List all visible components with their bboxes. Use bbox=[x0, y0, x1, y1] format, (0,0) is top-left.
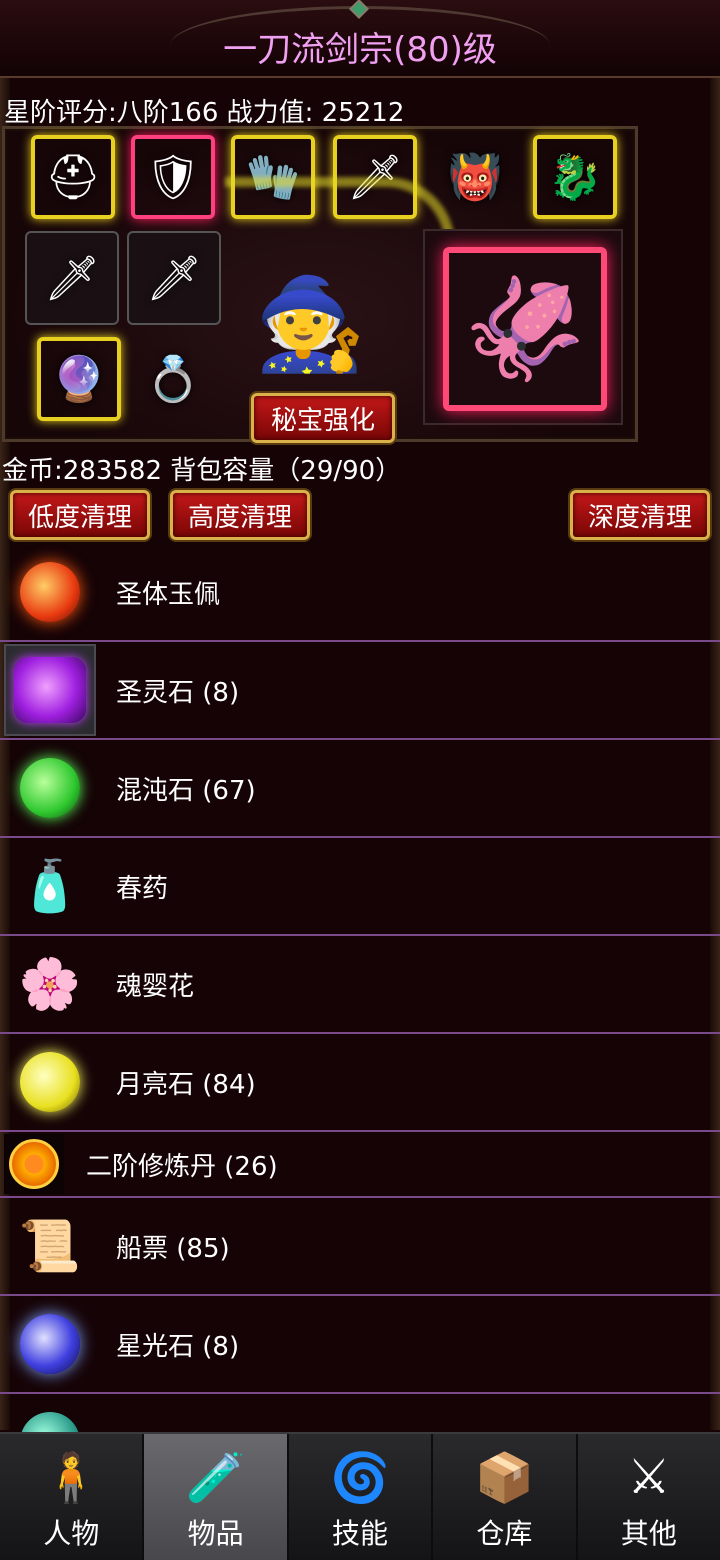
hero-character[interactable]: 🧙 bbox=[254, 239, 366, 409]
tab-label: 其他 bbox=[620, 1517, 677, 1550]
item-name: 二阶修炼丹 (26) bbox=[86, 1151, 278, 1182]
item-name: 星光石 (8) bbox=[116, 1331, 240, 1362]
equip-slot-armor[interactable]: 🛡 bbox=[131, 135, 215, 219]
item-name: 春药 bbox=[116, 873, 169, 904]
item-name: 圣灵石 (8) bbox=[116, 677, 240, 708]
scroll-ticket-icon: 📜 bbox=[18, 1216, 82, 1275]
pet-squid-icon: 🦑 bbox=[462, 270, 588, 387]
star-stone-icon bbox=[4, 1298, 96, 1390]
equip-slot-beast-mask[interactable]: 🐉 bbox=[533, 135, 617, 219]
tab-label: 技能 bbox=[332, 1517, 389, 1550]
item-name: 魂婴花 bbox=[116, 971, 195, 1002]
red-sword-icon: 🗡 bbox=[44, 253, 100, 304]
page-title: 一刀流剑宗(80)级 bbox=[223, 30, 497, 70]
equipment-panel: ⛑ 🛡 🧤 🗡 👹 🐉 🗡 🗡 🔮 💍 🧙 🦑 秘宝强化 bbox=[2, 126, 638, 443]
list-item[interactable]: 月亮石 (84) bbox=[0, 1034, 720, 1132]
helmet-icon: ⛑ bbox=[45, 152, 101, 203]
equip-slot-weapon-right[interactable]: 🗡 bbox=[127, 231, 221, 325]
list-item[interactable]: 🧴 春药 bbox=[0, 838, 720, 936]
clean-deep-button[interactable]: 深度清理 bbox=[570, 490, 710, 540]
tab-other[interactable]: ⚔ 其他 bbox=[578, 1434, 720, 1560]
equip-slot-helmet[interactable]: ⛑ bbox=[31, 135, 115, 219]
beast-mask-icon: 🐉 bbox=[547, 152, 603, 203]
skill-swirl-icon: 🌀 bbox=[330, 1449, 390, 1506]
character-icon: 🧍 bbox=[41, 1449, 102, 1506]
tab-label: 仓库 bbox=[476, 1517, 533, 1550]
potion-icon: 🧪 bbox=[185, 1449, 246, 1506]
equip-slot-orb-ring[interactable]: 🔮 bbox=[37, 337, 121, 421]
crossed-swords-icon: ⚔ bbox=[627, 1449, 671, 1505]
crown-ring-icon: 💍 bbox=[145, 354, 201, 405]
armor-icon: 🛡 bbox=[145, 152, 201, 203]
list-item[interactable]: 二阶修炼丹 (26) bbox=[0, 1132, 720, 1198]
clean-low-button[interactable]: 低度清理 bbox=[10, 490, 150, 540]
tab-label: 人物 bbox=[43, 1517, 100, 1550]
potion-bottle-icon: 🧴 bbox=[18, 856, 82, 915]
equip-slot-weapon-left[interactable]: 🗡 bbox=[25, 231, 119, 325]
list-item[interactable]: 📜 船票 (85) bbox=[0, 1198, 720, 1296]
tab-items[interactable]: 🧪 物品 bbox=[144, 1434, 289, 1560]
pet-slot[interactable]: 🦑 bbox=[423, 229, 623, 425]
tab-label: 物品 bbox=[187, 1517, 244, 1550]
list-item[interactable]: 混沌石 (67) bbox=[0, 740, 720, 838]
bottom-nav: 🧍 人物 🧪 物品 🌀 技能 📦 仓库 ⚔ 其他 bbox=[0, 1432, 720, 1560]
tab-character[interactable]: 🧍 人物 bbox=[0, 1434, 145, 1560]
equip-slot-guardian[interactable]: 👹 bbox=[433, 135, 517, 219]
list-item[interactable]: 🌸 魂婴花 bbox=[0, 936, 720, 1034]
equip-slot-crown-ring[interactable]: 💍 bbox=[131, 337, 215, 421]
item-name: 混沌石 (67) bbox=[116, 775, 256, 806]
red-sword-icon: 🗡 bbox=[146, 253, 202, 304]
list-item[interactable]: 圣体玉佩 bbox=[0, 544, 720, 642]
list-item[interactable]: 圣灵石 (8) bbox=[0, 642, 720, 740]
title-bar: 一刀流剑宗(80)级 bbox=[0, 0, 720, 78]
secret-treasure-button[interactable]: 秘宝强化 bbox=[251, 393, 395, 443]
star-rank-power: 星阶评分:八阶166 战力值: 25212 bbox=[4, 98, 405, 128]
sun-jade-icon bbox=[4, 546, 96, 638]
green-orb-icon bbox=[4, 742, 96, 834]
list-item[interactable]: 星光石 (8) bbox=[0, 1296, 720, 1394]
orb-ring-icon: 🔮 bbox=[51, 354, 107, 405]
item-name: 月亮石 (84) bbox=[116, 1069, 256, 1100]
purple-stone-icon bbox=[4, 644, 96, 736]
guardian-icon: 👹 bbox=[447, 152, 503, 203]
clean-high-button[interactable]: 高度清理 bbox=[170, 490, 310, 540]
item-name: 圣体玉佩 bbox=[116, 579, 221, 610]
tab-skills[interactable]: 🌀 技能 bbox=[289, 1434, 434, 1560]
pill-icon bbox=[4, 1134, 64, 1194]
tab-warehouse[interactable]: 📦 仓库 bbox=[433, 1434, 578, 1560]
gold-and-capacity: 金币:283582 背包容量（29/90） bbox=[2, 456, 402, 486]
moon-stone-icon bbox=[4, 1036, 96, 1128]
flower-icon: 🌸 bbox=[18, 954, 82, 1013]
item-name: 船票 (85) bbox=[116, 1233, 230, 1264]
inventory-list: 圣体玉佩 圣灵石 (8) 混沌石 (67) 🧴 春药 🌸 魂婴花 月亮石 (84… bbox=[0, 544, 720, 1492]
warehouse-icon: 📦 bbox=[474, 1449, 535, 1506]
